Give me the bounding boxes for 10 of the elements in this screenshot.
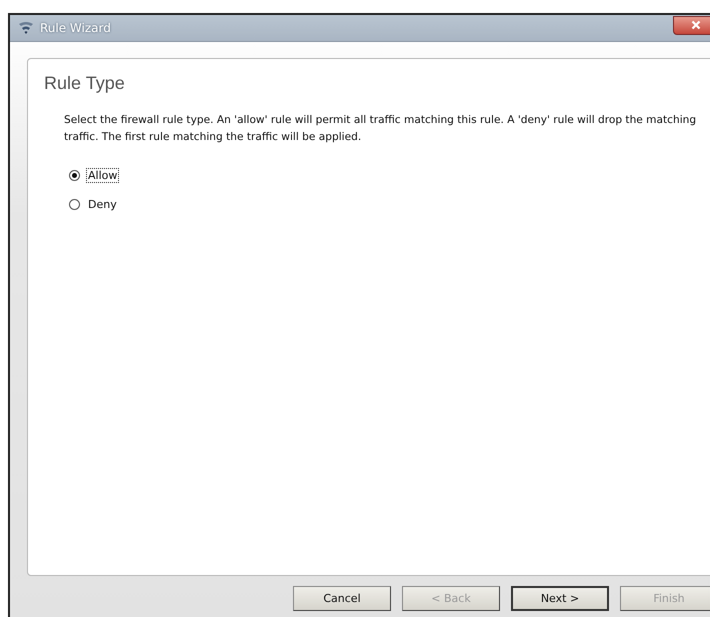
close-icon xyxy=(690,20,700,30)
radio-button[interactable] xyxy=(69,170,80,181)
description-text: Select the firewall rule type. An 'allow' rule will permit all traffic matching this rule. A 'deny' rule will drop the matching traffic. The first rule matching the traffic will be applied. xyxy=(64,113,697,145)
radio-button[interactable] xyxy=(69,199,80,210)
window-title: Rule Wizard xyxy=(40,21,112,35)
radio-option[interactable]: Deny xyxy=(69,197,119,212)
wizard-button[interactable]: Next > xyxy=(511,586,609,611)
close-button[interactable] xyxy=(673,16,710,34)
wizard-button[interactable]: Cancel xyxy=(293,586,391,611)
page-heading: Rule Type xyxy=(44,73,126,94)
